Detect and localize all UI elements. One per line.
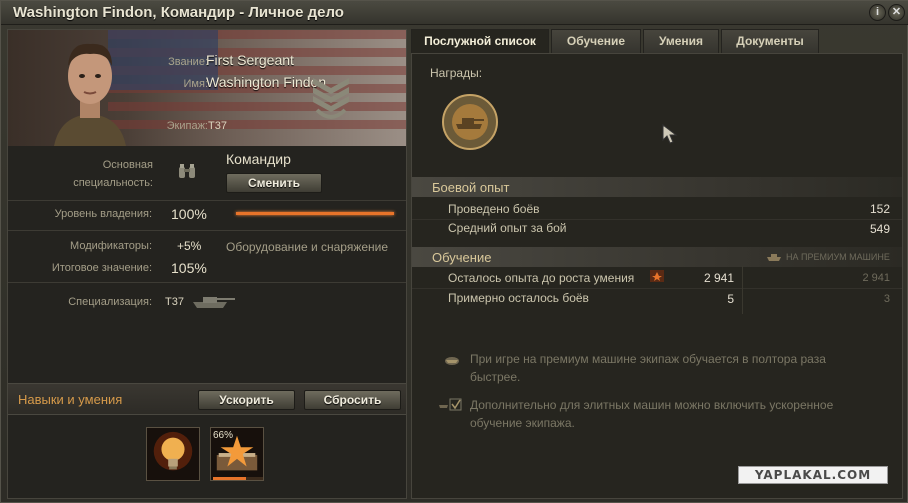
training-title: Обучение [432,250,492,265]
tab-training[interactable]: Обучение [551,29,641,53]
modifiers-label: Модификаторы: [70,240,152,252]
bulb-skill-icon [153,431,193,471]
skill-progress-fill [213,477,246,480]
premium-label: НА ПРЕМИУМ МАШИНЕ [786,252,890,262]
tab-service-record[interactable]: Послужной список [411,29,549,53]
mastery-progress-bar [236,212,394,215]
skills-title: Навыки и умения [18,392,123,407]
commander-portrait [54,43,126,146]
skill-progress-label: 66% [213,430,234,441]
modifiers-note: Оборудование и снаряжение [226,240,389,254]
binoculars-icon [179,164,195,178]
accelerate-button[interactable]: Ускорить [198,390,295,410]
mastery-value: 100% [171,206,207,222]
mastery-progress-fill [236,212,394,215]
specialization-label: Специализация: [68,296,152,308]
crew-label: Экипаж: [166,120,208,132]
rank-label: Звание: [168,56,208,68]
crew-value: T37 [208,120,227,132]
modifiers-value: +5% [177,239,202,253]
cursor-icon [662,124,678,144]
crew-member-panel: Звание: First Sergeant Имя: Washington F… [7,29,407,499]
avg-xp-value: 549 [869,222,890,236]
total-label: Итоговое значение: [51,262,152,274]
combat-section-header: Боевой опыт [412,177,902,197]
elite-checkbox-icon[interactable] [438,398,462,412]
specialty-value: Командир [226,151,291,167]
change-specialty-button[interactable]: Сменить [226,173,322,193]
divider [8,200,406,201]
awards-label: Награды: [430,66,483,80]
service-record-panel: Награды: Боевой опыт Проведено боёв 152 … [411,53,903,499]
battles-label: Проведено боёв [448,202,540,216]
combat-title: Боевой опыт [432,180,510,195]
elite-note: Дополнительно для элитных машин можно вк… [470,398,834,430]
battles-value: 152 [869,202,890,216]
tab-documents[interactable]: Документы [721,29,819,53]
xp-left-premium: 2 941 [862,272,890,284]
battles-left-value: 5 [727,292,734,306]
window-titlebar: Washington Findon, Командир - Личное дел… [1,1,908,25]
mastery-label: Уровень владения: [54,208,152,220]
battles-left-premium: 3 [883,293,890,305]
personal-file-window: Washington Findon, Командир - Личное дел… [0,0,908,503]
portrait-area: Звание: First Sergeant Имя: Washington F… [8,30,406,146]
xp-left-label: Осталось опыта до роста умения [448,271,635,285]
premium-tank-icon [767,254,781,261]
tank-medal-icon[interactable] [440,92,500,152]
name-value: Washington Findon [206,74,327,90]
xp-left-value: 2 941 [703,271,734,285]
skill-slot-bulb[interactable] [146,427,200,481]
skills-header: Навыки и умения Ускорить Сбросить [8,383,406,415]
skill-slot-training[interactable]: 66% [210,427,264,481]
skill-progress-bar [213,477,263,480]
watermark: YAPLAKAL.COM [738,466,888,484]
tank-icon [193,297,235,308]
rank-insignia-icon [313,78,349,119]
battles-left-label: Примерно осталось боёв [448,291,589,305]
total-value: 105% [171,260,207,276]
premium-tank-icon [445,357,459,365]
skill-progress-icon [650,270,664,282]
divider [8,230,406,231]
premium-note: При игре на премиум машине экипаж обучае… [470,352,826,384]
name-label: Имя: [183,78,208,90]
training-section-header: Обучение НА ПРЕМИУМ МАШИНЕ [412,247,902,267]
info-icon[interactable]: i [869,4,886,21]
divider [8,282,406,283]
tab-skills[interactable]: Умения [643,29,719,53]
specialty-label: Основная специальность: [73,159,153,189]
specialization-value: T37 [165,296,184,308]
rank-value: First Sergeant [206,52,294,68]
window-title: Washington Findon, Командир - Личное дел… [13,4,344,21]
avg-xp-label: Средний опыт за бой [448,221,567,235]
reset-button[interactable]: Сбросить [304,390,401,410]
close-icon[interactable]: ✕ [888,4,905,21]
